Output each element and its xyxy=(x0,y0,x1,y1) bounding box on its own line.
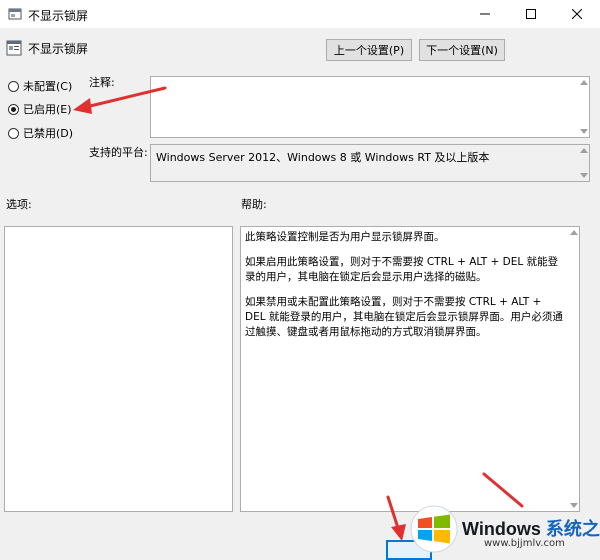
supported-platform-value: Windows Server 2012、Windows 8 或 Windows … xyxy=(156,151,490,164)
radio-enabled-label: 已启用(E) xyxy=(23,103,72,116)
radio-not-configured-label: 未配置(C) xyxy=(23,80,73,93)
comment-textarea[interactable] xyxy=(150,76,590,138)
close-icon xyxy=(572,9,582,19)
radio-not-configured[interactable]: 未配置(C) xyxy=(8,78,72,94)
minimize-icon xyxy=(480,13,490,15)
help-pane: 此策略设置控制是否为用户显示锁屏界面。 如果启用此策略设置，则对于不需要按 CT… xyxy=(240,226,580,512)
options-pane xyxy=(4,226,233,512)
radio-disabled[interactable]: 已禁用(D) xyxy=(8,125,73,141)
supported-platform-box: Windows Server 2012、Windows 8 或 Windows … xyxy=(150,144,590,182)
watermark-brand-cn: 系统之家 xyxy=(545,519,600,539)
policy-name: 不显示锁屏 xyxy=(28,42,89,56)
policy-window-icon xyxy=(8,8,22,20)
comment-scrollbar[interactable] xyxy=(579,77,589,137)
scroll-up-icon[interactable] xyxy=(580,80,588,85)
windows-logo-icon xyxy=(410,505,458,553)
radio-not-configured-circle[interactable] xyxy=(8,80,19,92)
help-scrollbar[interactable] xyxy=(569,227,579,511)
supported-platform-label: 支持的平台: xyxy=(89,146,148,159)
scroll-up-icon[interactable] xyxy=(580,148,588,153)
close-button[interactable] xyxy=(554,0,600,28)
window-title: 不显示锁屏 xyxy=(28,9,89,23)
previous-setting-button[interactable]: 上一个设置(P) xyxy=(326,39,412,61)
radio-enabled-circle[interactable] xyxy=(8,103,19,115)
minimize-button[interactable] xyxy=(462,0,508,28)
scroll-up-icon[interactable] xyxy=(570,230,578,235)
radio-disabled-circle[interactable] xyxy=(8,127,19,139)
maximize-icon xyxy=(526,9,536,19)
help-label: 帮助: xyxy=(241,198,267,211)
maximize-button[interactable] xyxy=(508,0,554,28)
radio-enabled[interactable]: 已启用(E) xyxy=(8,101,72,117)
watermark-brand-en: Windows xyxy=(462,519,541,539)
scroll-down-icon[interactable] xyxy=(580,173,588,178)
help-paragraph: 如果禁用或未配置此策略设置，则对于不需要按 CTRL + ALT + DEL 就… xyxy=(245,296,563,338)
comment-label: 注释: xyxy=(89,76,115,89)
options-label: 选项: xyxy=(6,198,32,211)
scroll-down-icon[interactable] xyxy=(570,503,578,508)
help-paragraph: 此策略设置控制是否为用户显示锁屏界面。 xyxy=(245,231,445,243)
watermark-url: www.bjjmlv.com xyxy=(484,538,565,549)
radio-disabled-label: 已禁用(D) xyxy=(23,127,74,140)
help-paragraph: 如果启用此策略设置，则对于不需要按 CTRL + ALT + DEL 就能登录的… xyxy=(245,256,559,283)
platform-scrollbar[interactable] xyxy=(579,145,589,181)
next-setting-button[interactable]: 下一个设置(N) xyxy=(419,39,505,61)
policy-setting-icon xyxy=(6,40,22,56)
scroll-down-icon[interactable] xyxy=(580,129,588,134)
